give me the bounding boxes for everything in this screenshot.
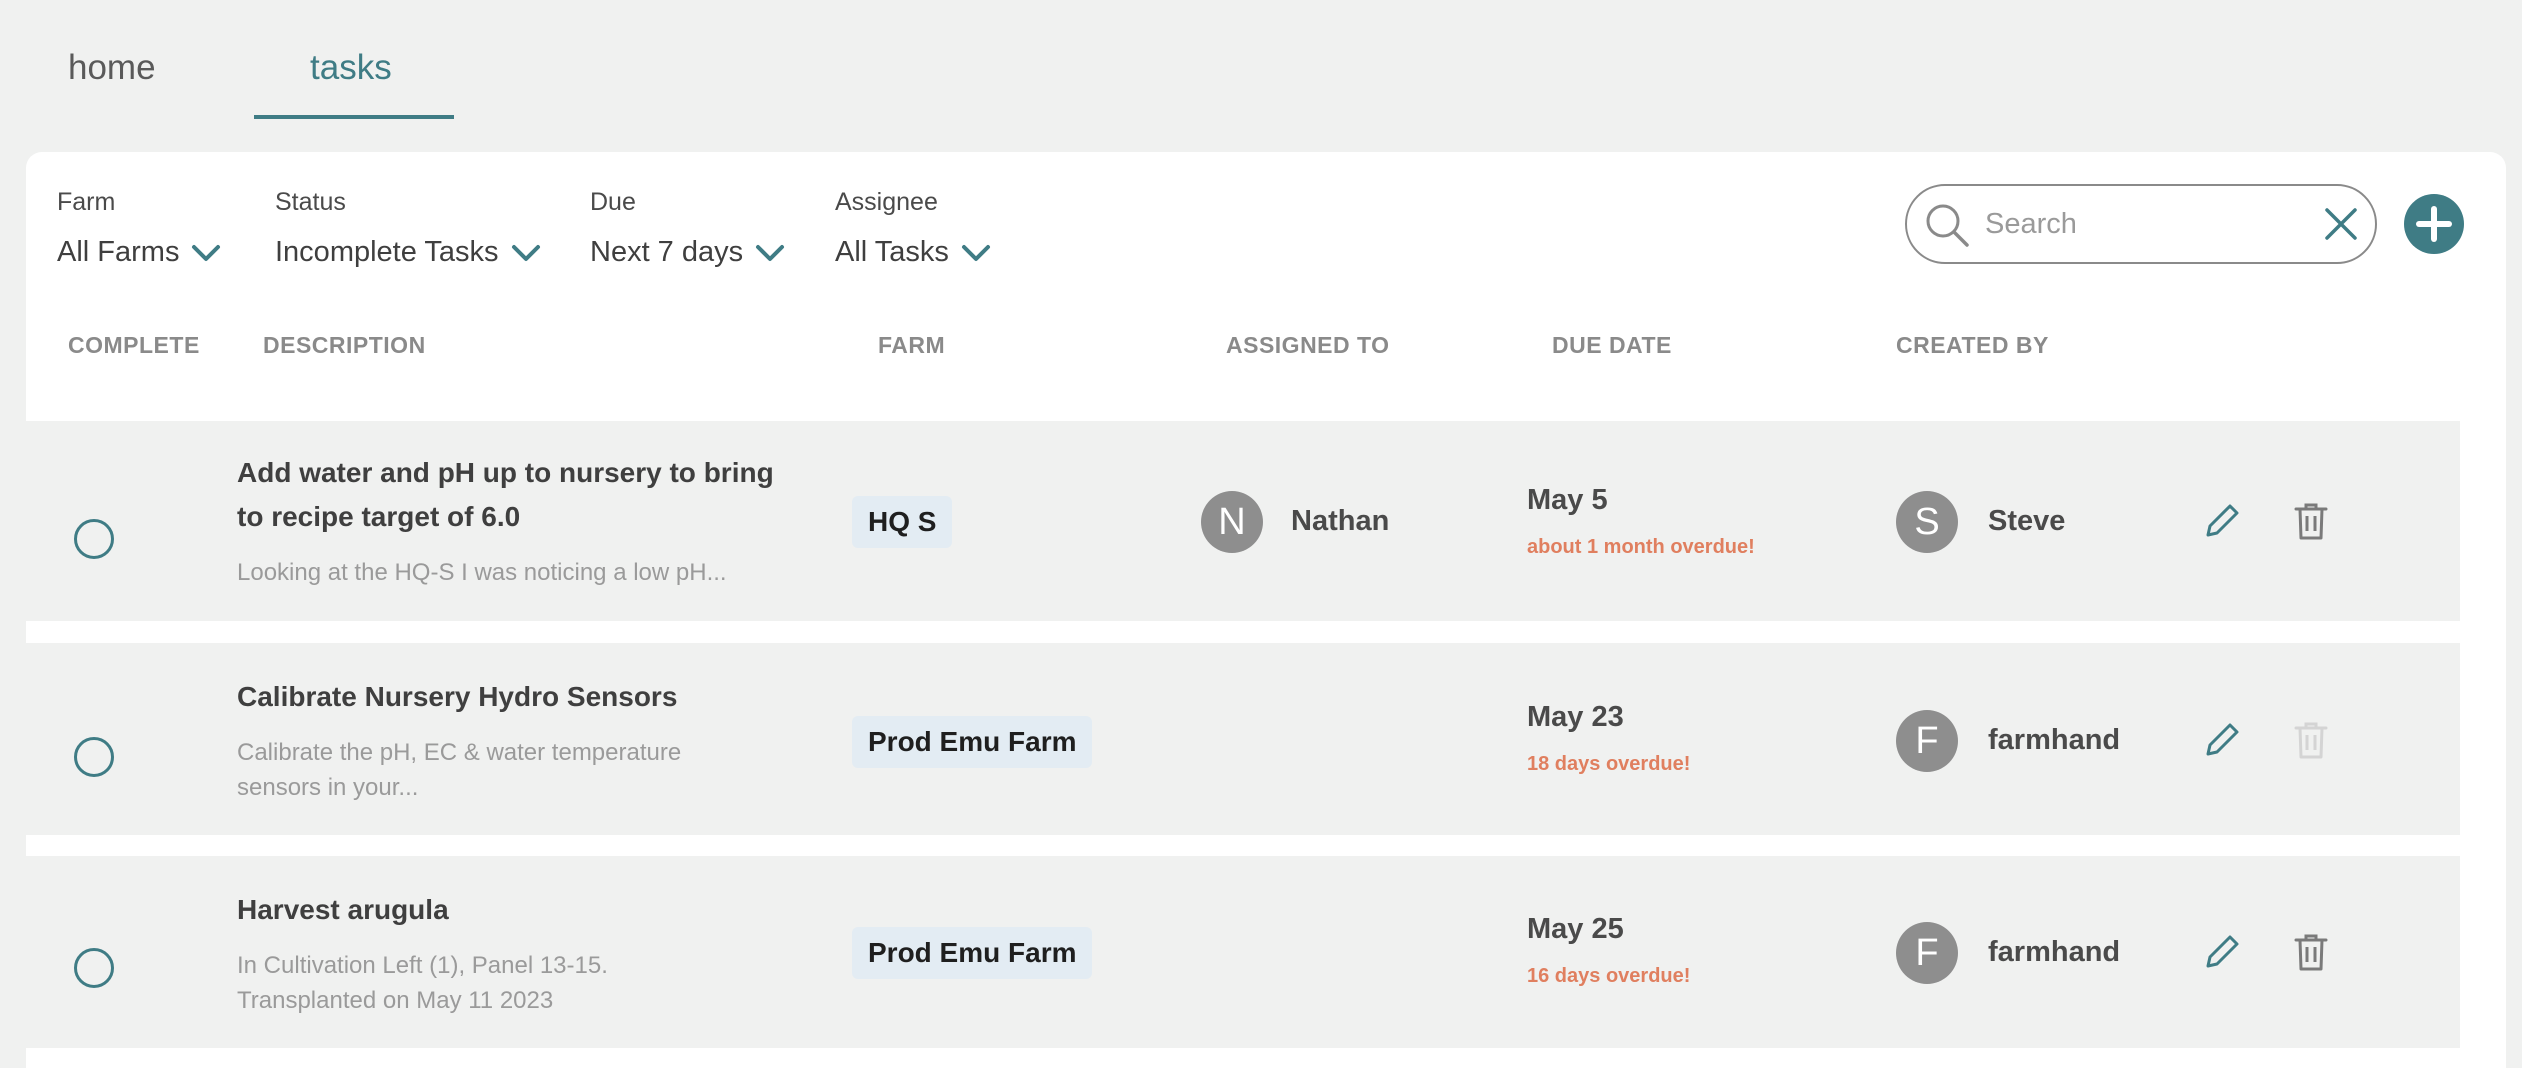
assignee-name: Nathan [1291,505,1390,537]
task-description: Looking at the HQ-S I was noticing a low… [237,559,727,586]
tab-tasks[interactable]: tasks [310,48,392,88]
pencil-icon[interactable] [2202,720,2242,760]
trash-icon[interactable] [2294,501,2328,541]
farm-filter-dropdown[interactable]: All Farms [57,236,221,269]
due-filter-value: Next 7 days [590,236,744,268]
trash-icon[interactable] [2294,932,2328,972]
pencil-icon[interactable] [2202,932,2242,972]
farm-badge: HQ S [852,496,953,548]
task-title[interactable]: Add water and pH up to nursery to bring … [237,451,797,539]
column-header-due-date: DUE DATE [1552,332,1672,358]
status-filter: Status Incomplete Tasks [275,188,540,268]
overdue-label: about 1 month overdue! [1527,536,1755,558]
due-filter: Due Next 7 days [590,188,785,268]
column-header-created-by: CREATED BY [1896,332,2049,358]
farm-filter-value: All Farms [57,236,180,268]
table-row: Add water and pH up to nursery to bring … [20,421,2460,621]
active-tab-indicator [254,115,454,119]
chevron-down-icon [511,244,540,261]
due-date: May 23 [1527,701,1624,733]
farm-filter: Farm All Farms [57,188,221,268]
complete-checkbox[interactable] [74,519,114,559]
table-row: Calibrate Nursery Hydro Sensors Calibrat… [20,643,2460,835]
creator-name: farmhand [1988,936,2121,968]
status-filter-dropdown[interactable]: Incomplete Tasks [275,236,541,269]
chevron-down-icon [192,244,221,261]
assignee-filter-value: All Tasks [835,236,949,268]
column-header-farm: FARM [878,332,946,358]
status-filter-label: Status [275,188,346,216]
search-box [1905,184,2377,264]
due-filter-label: Due [590,188,636,216]
task-title[interactable]: Calibrate Nursery Hydro Sensors [237,675,797,719]
pencil-icon[interactable] [2202,501,2242,541]
tab-home[interactable]: home [68,48,156,88]
assignee-filter-label: Assignee [835,188,938,216]
farm-badge: Prod Emu Farm [852,716,1093,768]
complete-checkbox[interactable] [74,948,114,988]
column-header-assigned-to: ASSIGNED TO [1226,332,1390,358]
assignee-filter: Assignee All Tasks [835,188,990,268]
complete-checkbox[interactable] [74,737,114,777]
avatar: S [1896,491,1958,553]
avatar: N [1201,491,1263,553]
avatar: F [1896,710,1958,772]
chevron-down-icon [961,244,990,261]
due-date: May 5 [1527,484,1608,516]
column-header-complete: COMPLETE [68,332,200,358]
search-input[interactable] [1985,200,2305,248]
overdue-label: 18 days overdue! [1527,753,1691,775]
close-icon[interactable] [2321,204,2361,244]
task-title[interactable]: Harvest arugula [237,888,797,932]
add-task-button[interactable] [2404,194,2464,254]
creator-name: farmhand [1988,724,2121,756]
status-filter-value: Incomplete Tasks [275,236,499,268]
chevron-down-icon [756,244,785,261]
task-description: In Cultivation Left (1), Panel 13-15. Tr… [237,952,608,1014]
farm-badge: Prod Emu Farm [852,927,1093,979]
creator-name: Steve [1988,505,2066,537]
trash-icon-disabled [2294,722,2328,759]
farm-filter-label: Farm [57,188,116,216]
due-date: May 25 [1527,913,1624,945]
plus-icon [2416,206,2452,242]
overdue-label: 16 days overdue! [1527,965,1691,987]
assignee-filter-dropdown[interactable]: All Tasks [835,236,991,269]
avatar: F [1896,922,1958,984]
due-filter-dropdown[interactable]: Next 7 days [590,236,785,269]
column-header-description: DESCRIPTION [263,332,426,358]
tab-bar: home tasks [0,0,2522,120]
table-row: Harvest arugula In Cultivation Left (1),… [20,856,2460,1048]
task-description: Calibrate the pH, EC & water temperature… [237,739,682,801]
search-icon [1926,204,1969,247]
